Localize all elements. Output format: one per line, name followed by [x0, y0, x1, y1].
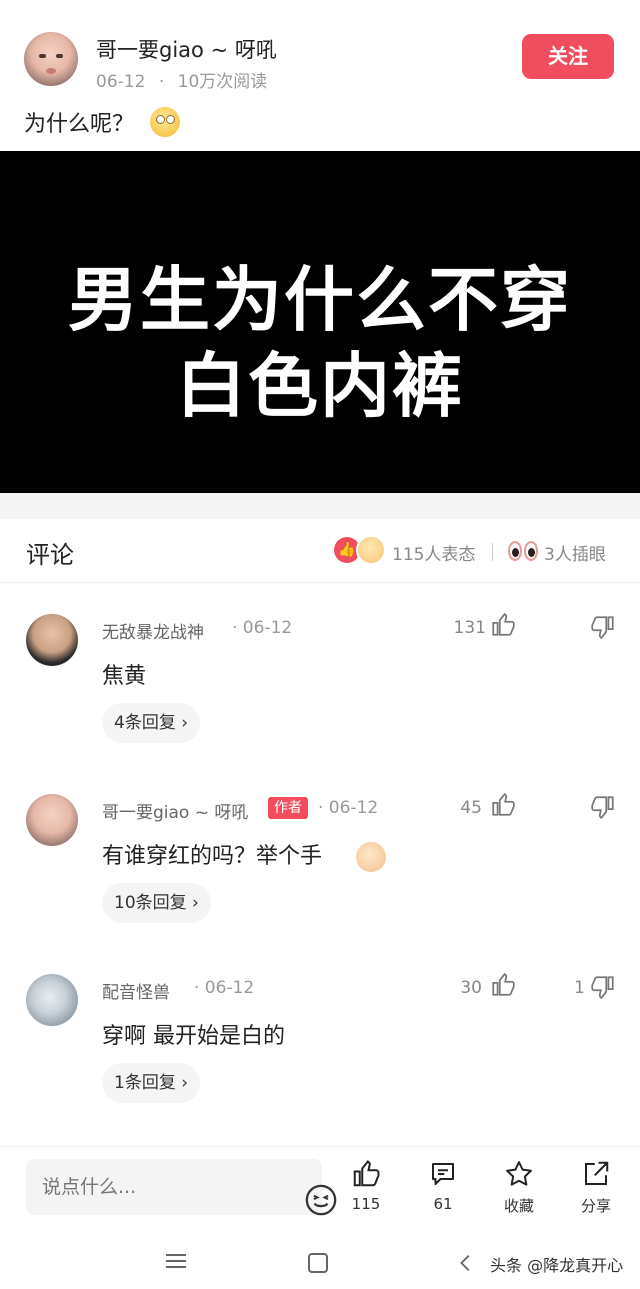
share-label: 分享	[580, 1197, 611, 1215]
meta-separator: ·	[158, 72, 165, 92]
star-icon	[506, 1161, 532, 1186]
author-badge: 作者	[268, 797, 308, 819]
share-icon	[585, 1161, 609, 1185]
comment-dislike-count: 1	[574, 978, 585, 998]
favorite-label: 收藏	[503, 1197, 534, 1215]
comment-like-count: 45	[460, 798, 482, 818]
commenter-name[interactable]: 哥一要giao ~ 呀吼	[102, 798, 248, 823]
video-title-line2: 白色内裤	[176, 345, 464, 427]
share-action[interactable]: 分享	[566, 1159, 626, 1229]
commenter-name[interactable]: 无敌暴龙战神	[102, 618, 204, 643]
favorite-action[interactable]: 收藏	[489, 1159, 549, 1229]
eyes-icon	[508, 539, 540, 563]
comment-icon	[432, 1163, 454, 1185]
eye-roll-emoji-icon	[150, 107, 180, 137]
view-replies-button[interactable]: 4条回复 ›	[102, 703, 201, 743]
comment-like-count: 30	[460, 978, 482, 998]
comments-title: 评论	[26, 541, 74, 569]
peek-count[interactable]: 3人插眼	[544, 540, 606, 565]
post-text: 为什么呢？	[24, 112, 135, 137]
menu-icon[interactable]	[166, 1254, 186, 1272]
reply-count: 10条回复	[114, 893, 187, 913]
post-meta: 06-12 · 10万次阅读	[96, 67, 267, 92]
comment-text: 穿啊 最开始是白的	[102, 1024, 285, 1049]
like-icon	[353, 1160, 380, 1187]
chevron-right-icon: ›	[181, 713, 189, 733]
comment-action[interactable]: 61	[413, 1159, 473, 1229]
home-icon[interactable]	[308, 1253, 328, 1273]
comment-input[interactable]	[42, 1171, 272, 1203]
chevron-right-icon: ›	[181, 1073, 189, 1093]
commenter-avatar[interactable]	[26, 794, 78, 846]
like-action[interactable]: 115	[336, 1159, 396, 1229]
comments-header: 评论 👍 115人表态 3人插眼	[0, 519, 640, 583]
post-reads: 10万次阅读	[177, 72, 268, 92]
view-replies-button[interactable]: 10条回复 ›	[102, 883, 211, 923]
comment-date: · 06-12	[194, 978, 255, 998]
comment-item: 配音怪兽 · 06-12 30 1 穿啊 最开始是白的 1条回复 ›	[0, 944, 640, 1124]
reactions-count[interactable]: 115人表态	[392, 540, 475, 565]
commenter-name[interactable]: 配音怪兽	[102, 978, 170, 1003]
reply-count: 4条回复	[114, 713, 176, 733]
chevron-right-icon: ›	[192, 893, 199, 913]
dislike-icon[interactable]	[590, 794, 616, 820]
dislike-icon[interactable]	[590, 614, 616, 640]
smile-reaction-icon	[356, 535, 386, 565]
like-count: 115	[351, 1195, 381, 1213]
dislike-icon[interactable]	[590, 974, 616, 1000]
view-replies-button[interactable]: 1条回复 ›	[102, 1063, 201, 1103]
commenter-avatar[interactable]	[26, 974, 78, 1026]
smirk-emoji-icon	[356, 842, 386, 872]
system-nav-bar: 头条 @降龙真开心	[0, 1232, 640, 1289]
emoji-icon[interactable]	[304, 1183, 338, 1217]
bottom-action-bar: 115 61 收藏 分享	[0, 1146, 640, 1232]
comment-text: 有谁穿红的吗？举个手	[102, 844, 323, 869]
commenter-avatar[interactable]	[26, 614, 78, 666]
comment-count: 61	[433, 1195, 453, 1213]
author-name[interactable]: 哥一要giao ~ 呀吼	[96, 34, 277, 64]
separator	[492, 543, 493, 561]
comment-item: 哥一要giao ~ 呀吼 作者 · 06-12 45 有谁穿红的吗？举个手 10…	[0, 764, 640, 944]
comment-text: 焦黄	[102, 664, 147, 689]
back-icon[interactable]	[455, 1252, 477, 1274]
watermark: 头条 @降龙真开心	[490, 1256, 624, 1275]
comment-input-box[interactable]	[26, 1159, 337, 1216]
like-icon[interactable]	[490, 972, 516, 998]
comment-date: · 06-12	[232, 618, 293, 638]
reply-count: 1条回复	[114, 1073, 176, 1093]
comment-date: · 06-12	[318, 798, 379, 818]
reaction-icons[interactable]: 👍	[334, 535, 388, 565]
comment-item: 无敌暴龙战神 · 06-12 131 焦黄 4条回复 ›	[0, 584, 640, 764]
section-divider	[0, 493, 640, 519]
post-date: 06-12	[96, 72, 146, 92]
like-icon[interactable]	[490, 612, 516, 638]
comment-like-count: 131	[453, 618, 486, 638]
like-icon[interactable]	[490, 792, 516, 818]
author-avatar[interactable]	[24, 32, 78, 86]
post-header: 哥一要giao ~ 呀吼 06-12 · 10万次阅读 关注 为什么呢？	[0, 0, 640, 150]
follow-button[interactable]: 关注	[522, 34, 614, 79]
